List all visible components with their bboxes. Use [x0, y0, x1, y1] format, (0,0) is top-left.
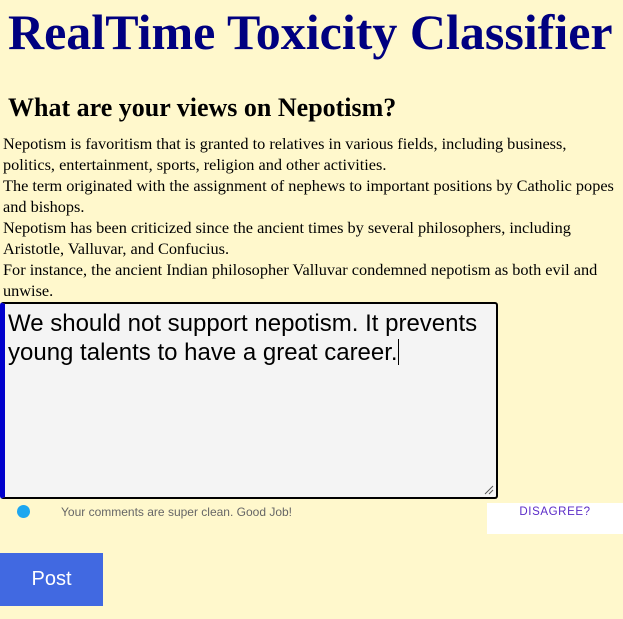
toxicity-status-indicator	[17, 505, 30, 518]
description-paragraph: Nepotism has been criticized since the a…	[3, 218, 571, 258]
toxicity-status-text: Your comments are super clean. Good Job!	[61, 505, 293, 519]
resize-grip-icon[interactable]	[484, 485, 494, 495]
app-title: RealTime Toxicity Classifier	[8, 4, 613, 60]
description-paragraph: For instance, the ancient Indian philoso…	[3, 260, 598, 300]
description-paragraph: Nepotism is favoritism that is granted t…	[3, 134, 567, 174]
comment-text: We should not support nepotism. It preve…	[8, 310, 478, 366]
description-paragraph: The term originated with the assignment …	[3, 176, 614, 216]
topic-question: What are your views on Nepotism?	[8, 93, 397, 122]
text-caret	[397, 339, 399, 365]
post-button[interactable]: Post	[0, 553, 103, 606]
comment-textarea[interactable]: We should not support nepotism. It preve…	[0, 302, 498, 499]
disagree-button[interactable]: DISAGREE?	[487, 503, 623, 534]
topic-description: Nepotism is favoritism that is granted t…	[3, 133, 615, 301]
